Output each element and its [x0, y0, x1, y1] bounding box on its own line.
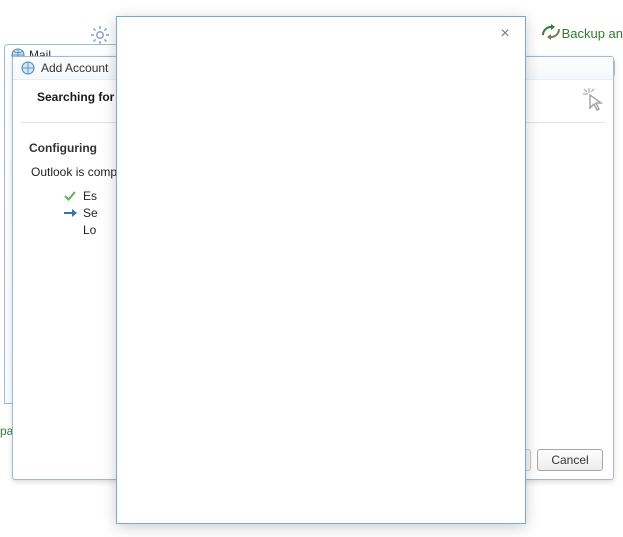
step-label: Lo [83, 223, 96, 237]
backup-icon [540, 22, 562, 45]
check-icon [63, 190, 77, 202]
globe-icon [21, 61, 35, 75]
modal-overlay: × [116, 16, 526, 524]
backup-menu-item[interactable]: Backup an [540, 22, 623, 45]
cancel-button[interactable]: Cancel [537, 449, 603, 471]
close-icon[interactable]: × [497, 27, 513, 43]
arrow-right-icon [63, 207, 77, 219]
dialog-title: Add Account [41, 61, 108, 75]
cursor-sparkle-icon [581, 86, 607, 112]
step-label: Se [83, 206, 98, 220]
backup-label: Backup an [562, 26, 623, 41]
step-label: Es [83, 189, 97, 203]
